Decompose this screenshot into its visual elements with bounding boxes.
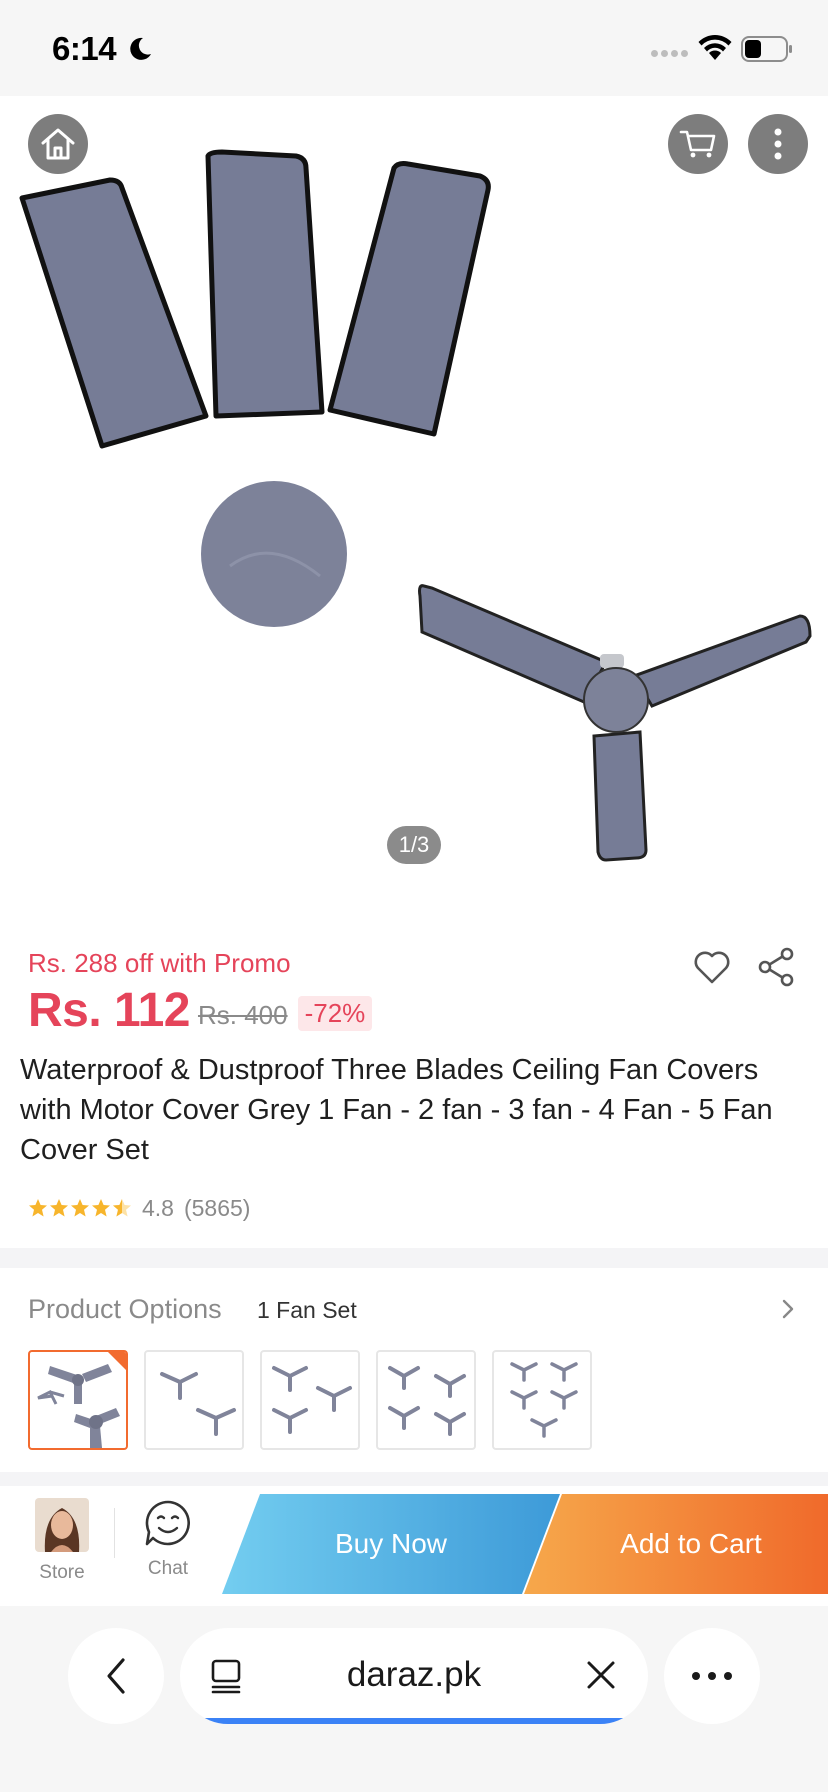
image-counter: 1/3 bbox=[387, 826, 441, 864]
star-icon bbox=[71, 1199, 89, 1217]
close-icon[interactable] bbox=[584, 1658, 618, 1692]
option-thumbnail-4-fan[interactable] bbox=[376, 1350, 476, 1450]
store-label: Store bbox=[39, 1562, 85, 1583]
store-avatar bbox=[35, 1498, 89, 1552]
rating-row[interactable]: 4.8 (5865) bbox=[28, 1193, 250, 1223]
share-icon[interactable] bbox=[756, 946, 796, 988]
section-divider bbox=[0, 1472, 828, 1486]
more-options-button[interactable] bbox=[748, 114, 808, 174]
add-to-cart-button[interactable]: Add to Cart bbox=[524, 1494, 828, 1594]
divider bbox=[114, 1508, 115, 1558]
more-vertical-icon bbox=[774, 128, 782, 160]
star-icon bbox=[50, 1199, 68, 1217]
chevron-left-icon bbox=[107, 1658, 125, 1694]
home-icon bbox=[41, 128, 75, 160]
cart-icon bbox=[679, 130, 716, 158]
heart-icon[interactable] bbox=[692, 948, 732, 986]
price-row: Rs. 112 Rs. 400 -72% bbox=[28, 980, 373, 1040]
moon-icon bbox=[130, 37, 151, 60]
chevron-right-icon[interactable] bbox=[780, 1298, 796, 1320]
browser-menu-button[interactable] bbox=[664, 1628, 760, 1724]
option-thumbnail-2-fan[interactable] bbox=[144, 1350, 244, 1450]
selected-option[interactable]: 1 Fan Set bbox=[257, 1297, 357, 1324]
bottom-action-bar: Store Chat Buy Now Add to Cart bbox=[0, 1486, 828, 1606]
chat-label: Chat bbox=[147, 1558, 189, 1579]
product-image-gallery[interactable]: 1/3 bbox=[0, 96, 828, 896]
option-thumbnail-1-fan[interactable] bbox=[28, 1350, 128, 1450]
wifi-icon bbox=[698, 35, 732, 60]
star-icon bbox=[29, 1199, 47, 1217]
current-price: Rs. 112 bbox=[28, 983, 190, 1037]
star-rating bbox=[28, 1198, 132, 1218]
product-image[interactable] bbox=[0, 96, 828, 896]
promo-text[interactable]: Rs. 288 off with Promo bbox=[28, 948, 291, 979]
half-star-icon bbox=[113, 1199, 131, 1217]
rating-value: 4.8 bbox=[142, 1194, 174, 1221]
chat-button[interactable]: Chat bbox=[130, 1498, 206, 1580]
address-bar[interactable]: daraz.pk bbox=[180, 1628, 648, 1724]
more-horizontal-icon bbox=[692, 1672, 732, 1680]
store-button[interactable]: Store bbox=[24, 1498, 100, 1584]
page-load-progress bbox=[200, 1718, 628, 1724]
buy-now-button[interactable]: Buy Now bbox=[222, 1494, 560, 1594]
url-text: daraz.pk bbox=[346, 1655, 482, 1694]
rating-count: (5865) bbox=[183, 1194, 251, 1221]
original-price: Rs. 400 bbox=[197, 999, 288, 1030]
star-icon bbox=[92, 1199, 110, 1217]
status-bar: 6:14 bbox=[0, 0, 828, 96]
discount-badge: -72% bbox=[297, 995, 373, 1031]
battery-icon bbox=[741, 36, 792, 62]
browser-toolbar: daraz.pk bbox=[0, 1606, 828, 1792]
product-title: Waterproof & Dustproof Three Blades Ceil… bbox=[20, 1054, 773, 1166]
option-thumbnail-3-fan[interactable] bbox=[260, 1350, 360, 1450]
cellular-signal-icon bbox=[651, 50, 688, 57]
option-thumbnails bbox=[28, 1350, 592, 1450]
home-button[interactable] bbox=[28, 114, 88, 174]
section-divider bbox=[0, 1248, 828, 1268]
chat-icon bbox=[145, 1500, 190, 1546]
status-time: 6:14 bbox=[52, 30, 117, 67]
option-thumbnail-5-fan[interactable] bbox=[492, 1350, 592, 1450]
product-options-label[interactable]: Product Options bbox=[28, 1294, 222, 1325]
cart-button[interactable] bbox=[668, 114, 728, 174]
back-button[interactable] bbox=[68, 1628, 164, 1724]
